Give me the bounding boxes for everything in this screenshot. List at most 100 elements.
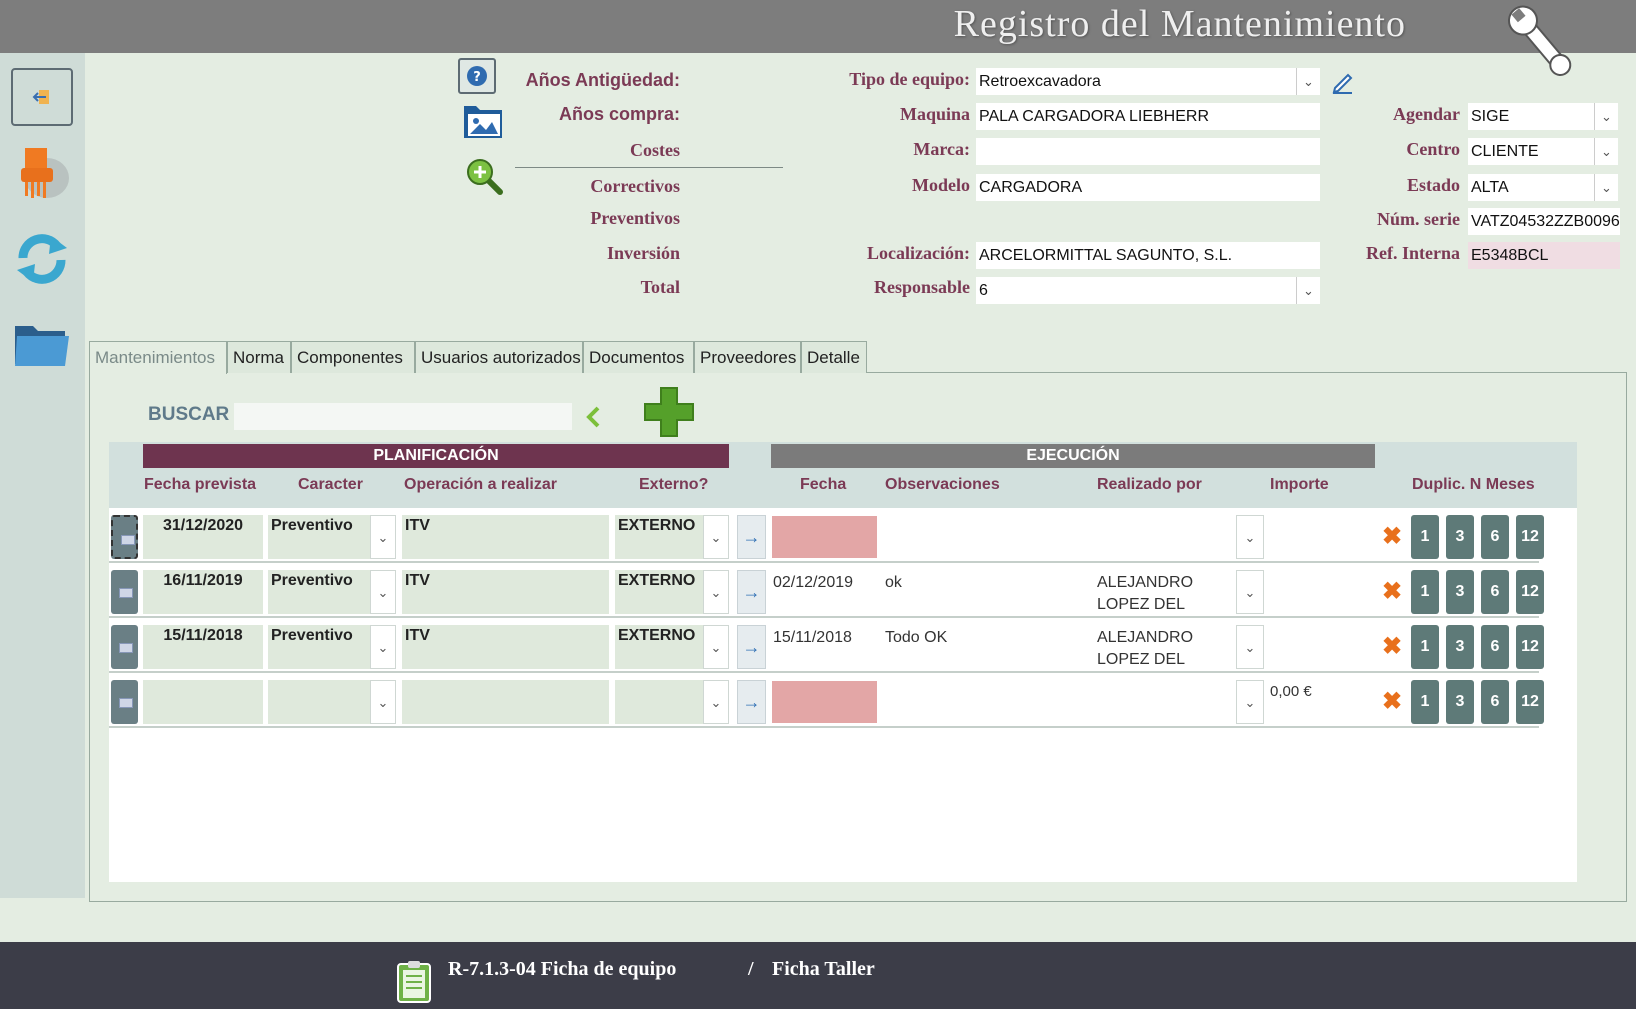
tab-usuarios-autorizados[interactable]: Usuarios autorizados xyxy=(415,341,583,373)
folder-button[interactable] xyxy=(11,316,73,374)
externo-cell[interactable] xyxy=(615,680,703,724)
operacion-cell[interactable]: ITV xyxy=(402,515,609,559)
operacion-cell[interactable] xyxy=(402,680,609,724)
delete-icon[interactable]: ✖ xyxy=(1382,632,1402,661)
fecha-ejecucion-field[interactable] xyxy=(772,681,877,723)
tab-detalle[interactable]: Detalle xyxy=(801,341,867,373)
tab-norma[interactable]: Norma xyxy=(227,341,291,373)
arrow-right-button[interactable]: → xyxy=(737,570,766,614)
chevron-down-icon[interactable]: ⌄ xyxy=(370,625,396,669)
realizado-por-cell[interactable]: ALEJANDRO xyxy=(1097,572,1193,594)
exit-button[interactable] xyxy=(11,68,73,126)
chevron-down-icon[interactable]: ⌄ xyxy=(370,680,396,724)
fecha-ejecucion-cell[interactable]: 15/11/2018 xyxy=(773,627,852,649)
tab-proveedores[interactable]: Proveedores xyxy=(694,341,801,373)
externo-cell[interactable]: EXTERNO xyxy=(615,515,703,559)
edit-pencil-icon[interactable] xyxy=(1330,68,1356,94)
caracter-cell[interactable]: Preventivo xyxy=(268,515,370,559)
arrow-right-button[interactable]: → xyxy=(737,625,766,669)
chevron-down-icon[interactable]: ⌄ xyxy=(1236,515,1264,559)
delete-icon[interactable]: ✖ xyxy=(1382,577,1402,606)
delete-icon[interactable]: ✖ xyxy=(1382,687,1402,716)
chevron-down-icon[interactable]: ⌄ xyxy=(1236,570,1264,614)
ficha-taller-link[interactable]: Ficha Taller xyxy=(772,958,875,981)
chevron-down-icon[interactable]: ⌄ xyxy=(1236,625,1264,669)
chevron-down-icon[interactable]: ⌄ xyxy=(703,515,729,559)
externo-cell[interactable]: EXTERNO xyxy=(615,625,703,669)
dup-1-button[interactable]: 1 xyxy=(1411,515,1439,559)
observaciones-cell[interactable]: ok xyxy=(885,572,902,594)
fecha-prevista-cell[interactable]: 15/11/2018 xyxy=(143,625,263,669)
row-divider xyxy=(109,671,1539,673)
dup-3-button[interactable]: 3 xyxy=(1446,570,1474,614)
add-record-button[interactable] xyxy=(642,384,696,440)
dup-12-button[interactable]: 12 xyxy=(1516,515,1544,559)
dup-6-button[interactable]: 6 xyxy=(1481,515,1509,559)
arrow-right-button[interactable]: → xyxy=(737,515,766,559)
realizado-por-cell[interactable]: ALEJANDRO xyxy=(1097,627,1193,649)
tab-documentos[interactable]: Documentos xyxy=(583,341,694,373)
fecha-prevista-cell[interactable]: 31/12/2020 xyxy=(143,515,263,559)
chevron-down-icon[interactable]: ⌄ xyxy=(703,680,729,724)
fecha-ejecucion-field[interactable] xyxy=(772,516,877,558)
dup-12-button[interactable]: 12 xyxy=(1516,680,1544,724)
centro-select[interactable]: CLIENTE xyxy=(1468,138,1594,165)
row-select-button[interactable] xyxy=(111,515,138,559)
tab-mantenimientos[interactable]: Mantenimientos xyxy=(89,341,227,374)
dup-3-button[interactable]: 3 xyxy=(1446,515,1474,559)
maquina-field[interactable]: PALA CARGADORA LIEBHERR xyxy=(976,103,1320,130)
chevron-left-icon[interactable] xyxy=(580,402,608,432)
chevron-down-icon[interactable]: ⌄ xyxy=(370,570,396,614)
chevron-down-icon[interactable]: ⌄ xyxy=(370,515,396,559)
dup-1-button[interactable]: 1 xyxy=(1411,680,1439,724)
dup-6-button[interactable]: 6 xyxy=(1481,680,1509,724)
dup-12-button[interactable]: 12 xyxy=(1516,625,1544,669)
chevron-down-icon[interactable]: ⌄ xyxy=(1296,68,1320,95)
caracter-cell[interactable] xyxy=(268,680,370,724)
localizacion-field[interactable]: ARCELORMITTAL SAGUNTO, S.L. xyxy=(976,242,1320,269)
dup-6-button[interactable]: 6 xyxy=(1481,625,1509,669)
modelo-field[interactable]: CARGADORA xyxy=(976,174,1320,201)
ref-interna-field[interactable]: E5348BCL xyxy=(1468,242,1620,269)
fecha-prevista-cell[interactable] xyxy=(143,680,263,724)
operacion-cell[interactable]: ITV xyxy=(402,570,609,614)
fecha-ejecucion-cell[interactable]: 02/12/2019 xyxy=(773,572,853,594)
shredder-button[interactable] xyxy=(11,142,73,200)
row-select-button[interactable] xyxy=(111,625,138,669)
zoom-in-button[interactable] xyxy=(464,156,504,196)
caracter-cell[interactable]: Preventivo xyxy=(268,570,370,614)
help-button[interactable]: ? xyxy=(458,58,496,94)
fecha-prevista-cell[interactable]: 16/11/2019 xyxy=(143,570,263,614)
agendar-select[interactable]: SIGE xyxy=(1468,103,1594,130)
chevron-down-icon[interactable]: ⌄ xyxy=(703,570,729,614)
dup-3-button[interactable]: 3 xyxy=(1446,625,1474,669)
dup-1-button[interactable]: 1 xyxy=(1411,570,1439,614)
importe-cell[interactable]: 0,00 € xyxy=(1270,681,1312,703)
dup-6-button[interactable]: 6 xyxy=(1481,570,1509,614)
chevron-down-icon[interactable]: ⌄ xyxy=(1594,138,1618,165)
search-input[interactable] xyxy=(234,403,572,430)
tipo-equipo-select[interactable]: Retroexcavadora xyxy=(976,68,1296,95)
tab-componentes[interactable]: Componentes xyxy=(291,341,415,373)
responsable-select[interactable]: 6 xyxy=(976,277,1296,304)
caracter-cell[interactable]: Preventivo xyxy=(268,625,370,669)
refresh-button[interactable] xyxy=(11,228,73,286)
arrow-right-button[interactable]: → xyxy=(737,680,766,724)
delete-icon[interactable]: ✖ xyxy=(1382,522,1402,551)
chevron-down-icon[interactable]: ⌄ xyxy=(1296,277,1320,304)
dup-1-button[interactable]: 1 xyxy=(1411,625,1439,669)
externo-cell[interactable]: EXTERNO xyxy=(615,570,703,614)
row-select-button[interactable] xyxy=(111,570,138,614)
chevron-down-icon[interactable]: ⌄ xyxy=(703,625,729,669)
num-serie-field[interactable]: VATZ04532ZZB00968 xyxy=(1468,208,1620,235)
estado-select[interactable]: ALTA xyxy=(1468,174,1594,201)
chevron-down-icon[interactable]: ⌄ xyxy=(1236,680,1264,724)
chevron-down-icon[interactable]: ⌄ xyxy=(1594,103,1618,130)
marca-field[interactable] xyxy=(976,138,1320,165)
observaciones-cell[interactable]: Todo OK xyxy=(885,627,947,649)
dup-3-button[interactable]: 3 xyxy=(1446,680,1474,724)
row-select-button[interactable] xyxy=(111,680,138,724)
dup-12-button[interactable]: 12 xyxy=(1516,570,1544,614)
chevron-down-icon[interactable]: ⌄ xyxy=(1594,174,1618,201)
operacion-cell[interactable]: ITV xyxy=(402,625,609,669)
